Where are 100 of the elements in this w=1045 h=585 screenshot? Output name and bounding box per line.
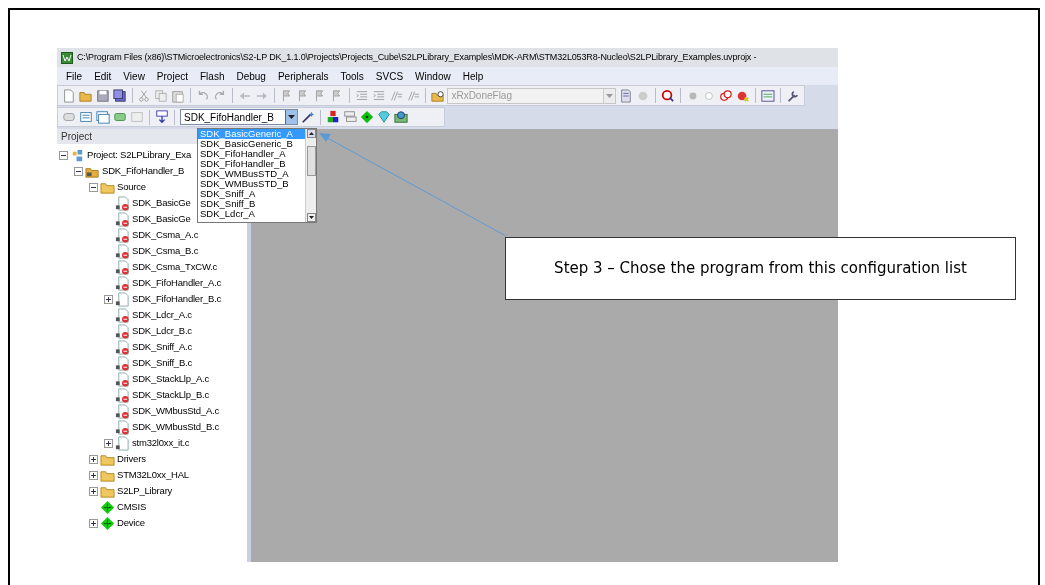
paste-icon[interactable] xyxy=(171,88,186,103)
source-file-excluded-icon xyxy=(115,403,130,419)
menu-item[interactable]: Project xyxy=(151,68,193,84)
find-document-icon[interactable] xyxy=(618,88,633,103)
tree-item[interactable]: Source xyxy=(117,179,146,195)
source-file-excluded-icon xyxy=(115,339,130,355)
wrench-icon[interactable] xyxy=(785,88,800,103)
source-file-excluded-icon xyxy=(115,371,130,387)
build-icon[interactable] xyxy=(79,110,93,124)
new-file-icon[interactable] xyxy=(62,88,76,103)
expand-toggle-icon[interactable] xyxy=(89,182,98,192)
batch-build-icon[interactable] xyxy=(113,110,127,124)
scrollbar[interactable] xyxy=(305,129,316,222)
source-file-icon xyxy=(115,291,130,307)
menu-item[interactable]: View xyxy=(118,68,150,84)
tree-item[interactable]: SDK_Csma_A.c xyxy=(132,227,199,243)
tree-item[interactable]: CMSIS xyxy=(117,499,147,515)
source-file-excluded-icon xyxy=(115,307,130,323)
menu-item[interactable]: File xyxy=(61,68,88,84)
gem-icon[interactable] xyxy=(377,110,391,124)
component-blocks-icon[interactable] xyxy=(326,110,340,124)
expand-toggle-icon[interactable] xyxy=(59,150,68,160)
app-icon xyxy=(61,51,73,64)
save-all-icon[interactable] xyxy=(112,88,127,103)
tree-item[interactable]: SDK_FifoHandler_B.c xyxy=(132,291,222,307)
dropdown-option[interactable]: SDK_Sniff_A xyxy=(198,189,305,199)
source-file-icon xyxy=(115,435,130,451)
tree-item[interactable]: Drivers xyxy=(117,451,146,467)
cut-icon[interactable] xyxy=(137,88,152,103)
tree-item[interactable]: SDK_BasicGe xyxy=(132,195,191,211)
tree-item[interactable]: SDK_WMbusStd_A.c xyxy=(132,403,220,419)
find-in-files-icon[interactable] xyxy=(430,88,445,103)
indent-icon[interactable] xyxy=(355,88,369,103)
tree-item[interactable]: SDK_Csma_B.c xyxy=(132,243,199,259)
tree-item[interactable]: SDK_Sniff_A.c xyxy=(132,339,193,355)
project-icon xyxy=(70,147,85,163)
tree-item[interactable]: SDK_Ldcr_A.c xyxy=(132,307,192,323)
diamond-icon xyxy=(100,515,115,531)
expand-toggle-icon[interactable] xyxy=(89,518,98,528)
tree-item[interactable]: SDK_FifoHandler_A.c xyxy=(132,275,222,291)
source-file-excluded-icon xyxy=(115,211,130,227)
rebuild-icon[interactable] xyxy=(96,110,110,124)
menu-item[interactable]: Window xyxy=(410,68,456,84)
scroll-thumb[interactable] xyxy=(306,145,316,176)
undo-icon[interactable] xyxy=(196,88,210,103)
expand-toggle-icon[interactable] xyxy=(89,486,98,496)
callout-text: Step 3 – Chose the program from this configuration list xyxy=(505,237,1016,300)
expand-toggle-icon[interactable] xyxy=(104,294,113,304)
magic-wand-icon[interactable] xyxy=(301,110,315,124)
window-layout-icon[interactable] xyxy=(761,88,775,103)
tree-item[interactable]: SDK_FifoHandler_B xyxy=(102,163,185,179)
expand-toggle-icon[interactable] xyxy=(89,470,98,480)
dropdown-caret-icon[interactable] xyxy=(285,110,297,124)
menu-item[interactable]: SVCS xyxy=(370,68,409,84)
expand-toggle-icon[interactable] xyxy=(104,438,113,448)
scroll-up-arrow-icon[interactable] xyxy=(306,129,316,138)
tree-item[interactable]: Project: S2LPLibrary_Exa xyxy=(87,147,191,163)
copy-icon[interactable] xyxy=(154,88,169,103)
source-file-excluded-icon xyxy=(115,227,130,243)
dropdown-option[interactable]: SDK_FifoHandler_B xyxy=(198,159,305,169)
tree-item[interactable]: SDK_Sniff_B.c xyxy=(132,355,193,371)
expand-toggle-icon[interactable] xyxy=(74,166,83,176)
tree-item[interactable]: STM32L0xx_HAL xyxy=(117,467,189,483)
window-title: C:\Program Files (x86)\STMicroelectronics\S2-LP DK_1.1.0\Projects\Projects_Cube\S2LPLibrary_Examples\MDK-ARM\STM32L053R8-Nucleo\S2LPLibrary_Examples.uvprojx - xyxy=(77,50,757,64)
comment-lines-icon[interactable] xyxy=(405,88,420,103)
source-file-excluded-icon xyxy=(115,243,130,259)
tree-item[interactable]: S2LP_Library xyxy=(117,483,173,499)
tree-item[interactable]: SDK_Ldcr_B.c xyxy=(132,323,192,339)
dropdown-option[interactable]: SDK_WMBusSTD_B xyxy=(198,179,305,189)
download-icon[interactable] xyxy=(155,110,169,124)
package-icon[interactable] xyxy=(394,110,408,124)
menu-item[interactable]: Tools xyxy=(335,68,369,84)
expand-toggle-icon[interactable] xyxy=(89,454,98,464)
target-combo[interactable]: SDK_FifoHandler_B xyxy=(180,109,298,125)
dropdown-option[interactable]: SDK_Sniff_B xyxy=(198,199,305,209)
tree-item[interactable]: stm32l0xx_it.c xyxy=(132,435,190,451)
magnifier-icon[interactable] xyxy=(660,88,675,103)
menu-item[interactable]: Edit xyxy=(89,68,117,84)
tree-item[interactable]: SDK_Csma_TxCW.c xyxy=(132,259,218,275)
tree-item[interactable]: SDK_BasicGe xyxy=(132,211,191,227)
dropdown-option[interactable]: SDK_FifoHandler_A xyxy=(198,149,305,159)
diamond-icon[interactable] xyxy=(360,110,374,124)
menu-item[interactable]: Flash xyxy=(195,68,230,84)
dropdown-option[interactable]: SDK_Ldcr_A xyxy=(198,209,305,219)
menu-item[interactable]: Debug xyxy=(231,68,271,84)
scroll-down-arrow-icon[interactable] xyxy=(306,213,316,222)
indent-icon[interactable] xyxy=(371,88,386,103)
source-file-excluded-icon xyxy=(115,195,130,211)
source-file-excluded-icon xyxy=(115,419,130,435)
tree-item[interactable]: Device xyxy=(117,515,145,531)
tree-item[interactable]: SDK_StackLlp_A.c xyxy=(132,371,210,387)
dropdown-option[interactable]: SDK_WMBusSTD_A xyxy=(198,169,305,179)
breakpoints-icon[interactable] xyxy=(719,88,734,103)
menu-item[interactable]: Peripherals xyxy=(272,68,334,84)
comment-lines-icon[interactable] xyxy=(388,88,403,103)
source-file-excluded-icon xyxy=(115,275,130,291)
tree-item[interactable]: SDK_StackLlp_B.c xyxy=(132,387,210,403)
tree-item[interactable]: SDK_WMbusStd_B.c xyxy=(132,419,220,435)
diamond-icon xyxy=(100,499,115,515)
menu-item[interactable]: Help xyxy=(457,68,489,84)
